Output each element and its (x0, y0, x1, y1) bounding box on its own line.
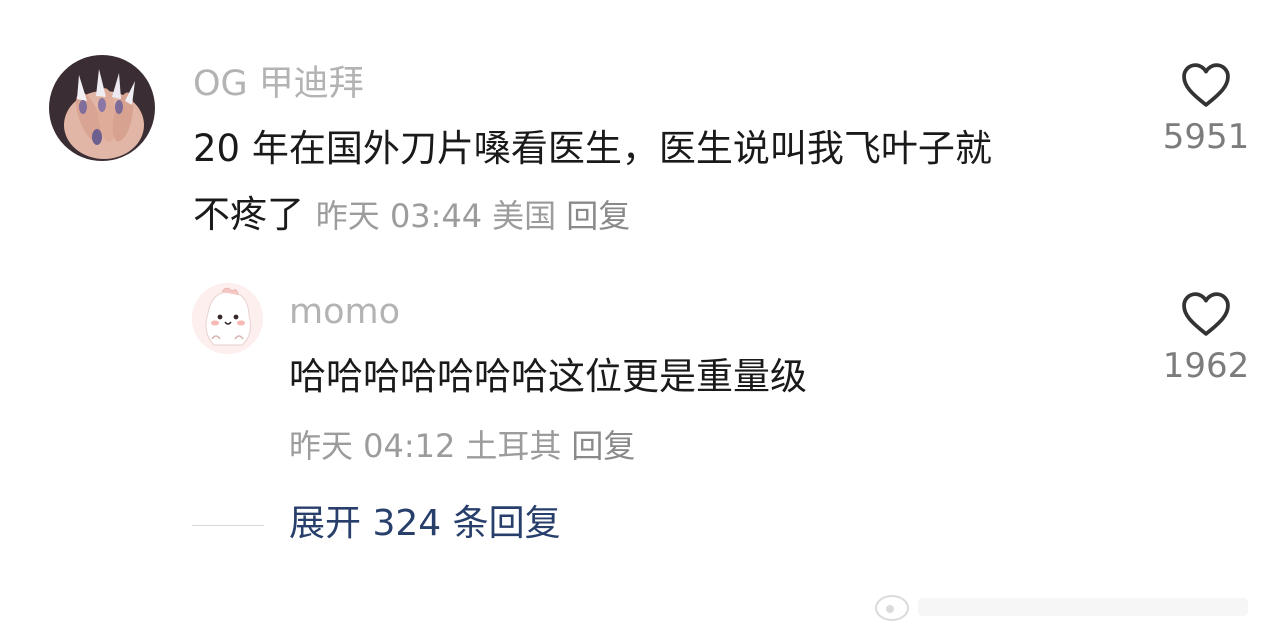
reply-reply-button[interactable]: 回复 (571, 427, 635, 465)
expand-divider (192, 525, 264, 526)
comment-location: 美国 (492, 197, 557, 235)
comment-username[interactable]: OG 甲迪拜 (193, 67, 364, 102)
comment-text-line-2: 不疼了 (193, 193, 304, 236)
comment-like-count: 5951 (1162, 117, 1250, 157)
reply-meta: 昨天 04:12 土耳其 回复 (289, 430, 635, 462)
heart-outline-icon (1182, 292, 1230, 336)
avatar-cartoon-image (192, 283, 263, 354)
reply-time: 昨天 04:12 (289, 427, 456, 465)
reply-like-count: 1962 (1162, 346, 1250, 386)
reply-like-button[interactable]: 1962 (1151, 291, 1261, 383)
watermark-logo (875, 595, 1248, 621)
comment-text: 20 年在国外刀片嗓看医生，医生说叫我飞叶子就 不疼了 昨天 03:44 美国 回复 (193, 116, 992, 249)
comment-time: 昨天 03:44 (315, 197, 483, 235)
comment-like-button[interactable]: 5951 (1151, 62, 1261, 154)
reply-location: 土耳其 (465, 427, 562, 465)
comment-text-line-1: 20 年在国外刀片嗓看医生，医生说叫我飞叶子就 (193, 127, 992, 170)
comment-reply-button[interactable]: 回复 (566, 197, 630, 235)
reply-username[interactable]: momo (289, 295, 400, 330)
reply-avatar[interactable] (192, 283, 263, 354)
avatar[interactable] (49, 55, 155, 161)
expand-replies-button[interactable]: 展开 324 条回复 (289, 506, 561, 542)
reply-text: 哈哈哈哈哈哈哈这位更是重量级 (289, 355, 807, 398)
comment-meta: 昨天 03:44 美国 回复 (316, 197, 640, 235)
avatar-nails-image (49, 55, 155, 161)
comment-text-line-2-row: 不疼了 昨天 03:44 美国 回复 (193, 182, 992, 249)
heart-outline-icon (1182, 63, 1230, 107)
